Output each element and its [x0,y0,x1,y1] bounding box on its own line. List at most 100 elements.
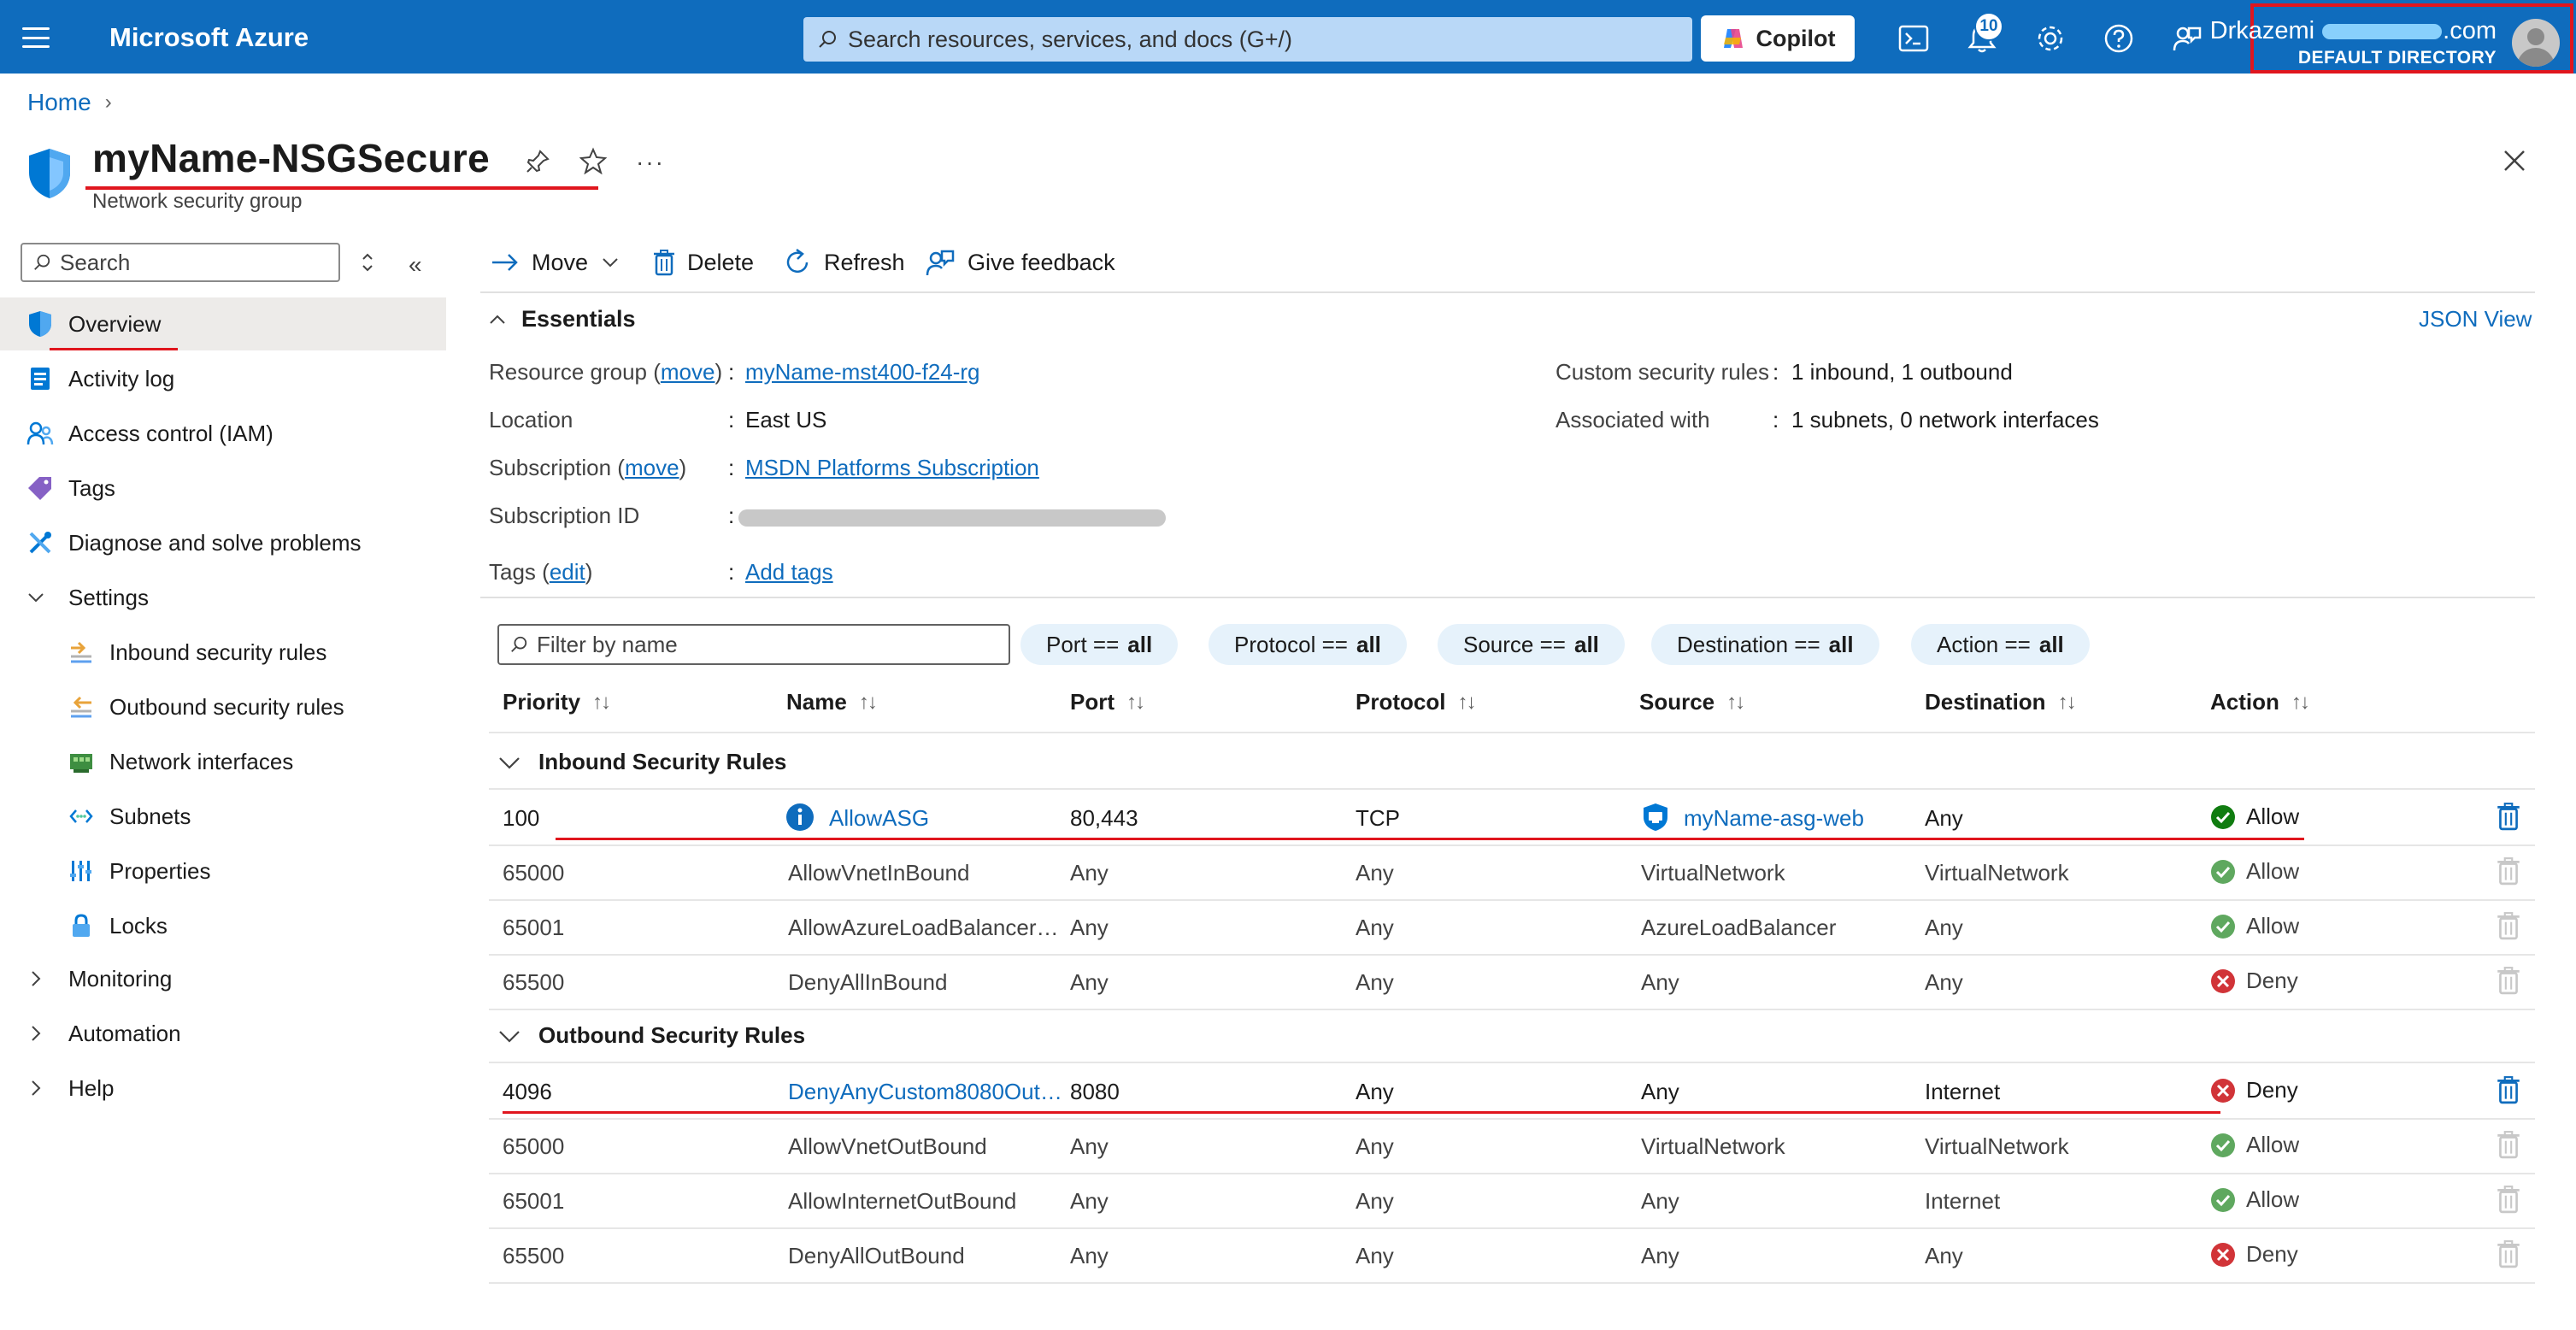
sidebar-item-label: Help [68,1074,115,1101]
sidebar-item-inbound-rules[interactable]: Inbound security rules [0,626,446,679]
column-header-source[interactable]: Source ↑↓ [1639,689,1745,715]
copilot-button[interactable]: Copilot [1701,15,1855,62]
filter-pill-protocol[interactable]: Protocol == all [1209,624,1407,665]
rule-name-cell[interactable]: AllowInternetOutBound [788,1188,1062,1215]
resource-group-move-link[interactable]: move [661,359,715,385]
column-header-priority[interactable]: Priority ↑↓ [503,689,611,715]
column-header-name[interactable]: Name ↑↓ [786,689,878,715]
column-header-protocol[interactable]: Protocol ↑↓ [1356,689,1476,715]
collapse-sidebar-icon[interactable]: « [409,251,422,279]
rule-name-link[interactable]: AllowASG [829,805,929,832]
rule-name-cell[interactable]: AllowAzureLoadBalancerI… [788,915,1063,941]
inbound-group-toggle[interactable]: Inbound Security Rules [497,749,786,775]
brand-logo[interactable]: Microsoft Azure [109,21,309,55]
rule-name-cell[interactable]: DenyAllInBound [788,969,1062,996]
delete-rule-icon[interactable] [2496,802,2521,831]
subscription-label: Subscription (move) [489,455,687,480]
sidebar-item-help[interactable]: Help [0,1062,446,1115]
delete-label: Delete [687,249,755,275]
sidebar-item-label: Network interfaces [109,748,294,774]
refresh-icon [786,248,809,274]
refresh-button[interactable]: Refresh [783,244,905,280]
sidebar-item-outbound-rules[interactable]: Outbound security rules [0,680,446,733]
pin-icon[interactable] [525,149,550,174]
top-bar: Microsoft Azure Search resources, servic… [0,0,2576,74]
action-cell: Deny [2210,1241,2298,1268]
destination-cell: Any [1925,1243,1963,1268]
info-icon[interactable] [785,802,815,833]
global-search-input[interactable]: Search resources, services, and docs (G+… [803,17,1692,62]
sidebar-item-settings[interactable]: Settings [0,571,446,624]
location-value: East US [745,407,827,433]
rule-name-link[interactable]: DenyAnyCustom8080Out… [788,1079,1063,1105]
filter-pill-port[interactable]: Port == all [1020,624,1179,665]
separator: : [728,359,735,385]
subscription-move-link[interactable]: move [625,455,679,480]
help-icon[interactable] [2099,19,2138,58]
filter-pill-action[interactable]: Action == all [1911,624,2090,665]
sidebar-item-overview[interactable]: Overview [0,297,446,350]
account-menu[interactable]: Drkazemi .com DEFAULT DIRECTORY [2210,3,2573,74]
move-button[interactable]: Move [491,244,620,280]
filter-pill-destination[interactable]: Destination == all [1651,624,1879,665]
sidebar-item-tags[interactable]: Tags [0,462,446,515]
source-link[interactable]: myName-asg-web [1684,805,1864,832]
source-cell: Any [1641,969,1679,995]
column-header-port[interactable]: Port ↑↓ [1070,689,1145,715]
filter-by-name-input[interactable]: Filter by name [497,624,1010,665]
sidebar-search-input[interactable]: Search [21,243,340,282]
feedback-icon[interactable] [2167,19,2207,58]
json-view-link[interactable]: JSON View [2419,306,2532,332]
subscription-id-redacted [738,509,1166,527]
sidebar-item-automation[interactable]: Automation [0,1007,446,1060]
settings-gear-icon[interactable] [2031,19,2070,58]
sidebar-item-properties[interactable]: Properties [0,844,446,897]
port-cell: Any [1070,1133,1109,1159]
expand-collapse-icon[interactable] [359,250,376,275]
delete-button[interactable]: Delete [653,244,754,280]
cloud-shell-icon[interactable] [1894,19,1933,58]
port-cell: Any [1070,1243,1109,1268]
row-divider [489,788,2535,790]
move-label: Move [532,249,589,275]
priority-cell: 65500 [503,1243,565,1268]
hamburger-menu-icon[interactable] [17,22,55,53]
subscription-link[interactable]: MSDN Platforms Subscription [745,455,1039,481]
delete-rule-icon-disabled [2496,856,2521,886]
essentials-toggle[interactable]: Essentials [487,306,636,332]
more-options-icon[interactable]: ··· [636,149,665,176]
rule-name-cell[interactable]: DenyAllOutBound [788,1243,1062,1269]
column-header-action[interactable]: Action ↑↓ [2210,689,2310,715]
sidebar-item-locks[interactable]: Locks [0,899,446,952]
sidebar-item-monitoring[interactable]: Monitoring [0,952,446,1005]
check-circle-icon [2211,1133,2235,1157]
asg-icon [1641,802,1670,833]
row-divider [489,732,2535,733]
tags-edit-link[interactable]: edit [550,559,585,585]
action-cell: Allow [2210,1186,2299,1213]
separator: : [728,559,735,585]
sidebar-item-activity-log[interactable]: Activity log [0,352,446,405]
port-cell: Any [1070,860,1109,886]
rule-name-cell[interactable]: AllowVnetInBound [788,860,1062,886]
separator: : [1773,359,1779,385]
resource-group-link[interactable]: myName-mst400-f24-rg [745,359,980,385]
column-header-destination[interactable]: Destination ↑↓ [1925,689,2077,715]
rule-name-cell[interactable]: AllowVnetOutBound [788,1133,1062,1160]
filter-pill-source[interactable]: Source == all [1438,624,1625,665]
add-tags-link[interactable]: Add tags [745,559,833,586]
outbound-group-toggle[interactable]: Outbound Security Rules [497,1022,805,1049]
sidebar-item-access-control[interactable]: Access control (IAM) [0,407,446,460]
priority-cell: 4096 [503,1079,552,1104]
favorite-star-icon[interactable] [579,147,607,174]
delete-rule-icon[interactable] [2496,1075,2521,1104]
sidebar-item-diagnose[interactable]: Diagnose and solve problems [0,516,446,569]
sidebar-item-network-interfaces[interactable]: Network interfaces [0,735,446,788]
chevron-down-icon [26,587,51,608]
chevron-right-icon: › [104,91,112,114]
close-icon[interactable] [2501,147,2528,174]
give-feedback-button[interactable]: Give feedback [925,244,1115,280]
breadcrumb-home-link[interactable]: Home [27,89,91,116]
sidebar-item-subnets[interactable]: Subnets [0,790,446,843]
check-circle-icon [2211,1187,2235,1212]
